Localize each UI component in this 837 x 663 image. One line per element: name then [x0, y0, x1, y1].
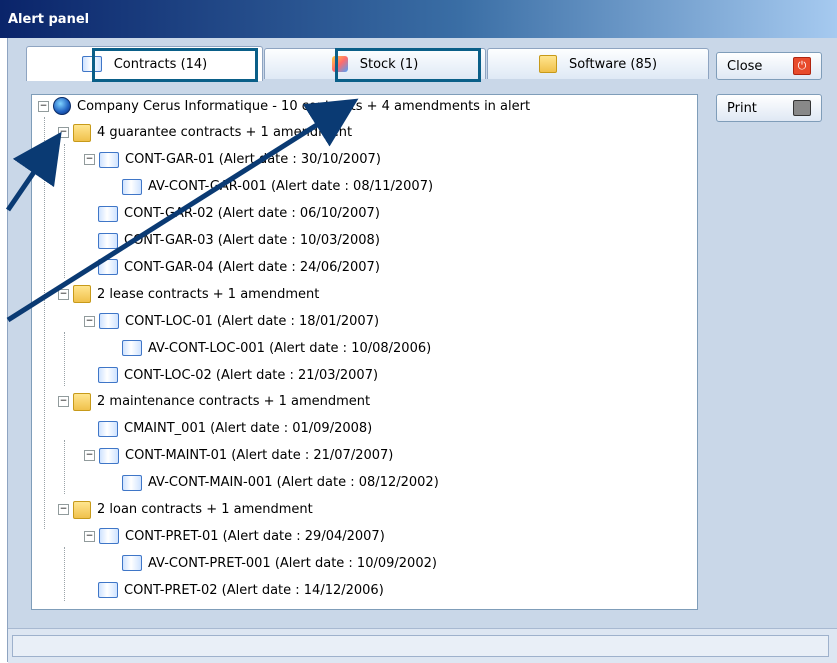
- tree-folder-node[interactable]: − 2 maintenance contracts + 1 amendment: [58, 391, 370, 413]
- book-icon: [98, 420, 118, 437]
- close-button[interactable]: Close ⏻: [716, 52, 822, 80]
- book-icon: [98, 205, 118, 222]
- tree-folder-node[interactable]: − 2 loan contracts + 1 amendment: [58, 499, 313, 521]
- tree-contract-node[interactable]: AV-CONT-MAIN-001 (Alert date : 08/12/200…: [108, 472, 439, 494]
- tree-expander-icon[interactable]: −: [38, 100, 49, 112]
- tree-node-label: 4 guarantee contracts + 1 amendment: [97, 125, 353, 141]
- tree-expander-icon[interactable]: −: [84, 315, 95, 327]
- book-icon: [98, 582, 118, 599]
- book-icon: [122, 555, 142, 572]
- print-button[interactable]: Print: [716, 94, 822, 122]
- tree-expander-icon[interactable]: −: [58, 288, 69, 300]
- tree-guide-group-3: [64, 439, 65, 494]
- close-button-label: Close: [727, 58, 763, 74]
- status-field: [12, 635, 829, 657]
- book-icon: [98, 367, 118, 383]
- tree-contract-node[interactable]: AV-CONT-GAR-001 (Alert date : 08/11/2007…: [108, 176, 433, 198]
- tree-contract-node[interactable]: CMAINT_001 (Alert date : 01/09/2008): [84, 418, 372, 440]
- tab-strip: Contracts (14) Stock (1) Software (85): [14, 46, 709, 86]
- tree-guide-group-2: [64, 332, 65, 386]
- tree-node-label: CONT-GAR-04 (Alert date : 24/06/2007): [124, 259, 380, 275]
- book-icon: [99, 151, 119, 168]
- tree-folder-node[interactable]: − 2 lease contracts + 1 amendment: [58, 283, 319, 305]
- tree-contract-node[interactable]: CONT-GAR-04 (Alert date : 24/06/2007): [84, 256, 380, 278]
- tree-contract-node[interactable]: CONT-GAR-02 (Alert date : 06/10/2007): [84, 203, 380, 225]
- tree-expander-icon[interactable]: −: [84, 154, 95, 166]
- tree-guide-group-1: [64, 143, 65, 279]
- book-icon: [122, 340, 142, 357]
- tab-software[interactable]: Software (85): [487, 48, 709, 79]
- tree-node-label: CMAINT_001 (Alert date : 01/09/2008): [124, 421, 373, 437]
- tree-node-label: AV-CONT-LOC-001 (Alert date : 10/08/2006…: [148, 340, 432, 356]
- tree-node-label: CONT-LOC-01 (Alert date : 18/01/2007): [125, 313, 380, 329]
- tree-contract-node[interactable]: − CONT-LOC-01 (Alert date : 18/01/2007): [84, 310, 379, 332]
- tree-node-label: CONT-PRET-02 (Alert date : 14/12/2006): [124, 582, 384, 598]
- tree-folder-node[interactable]: − 4 guarantee contracts + 1 amendment: [58, 122, 352, 144]
- window-title: Alert panel: [8, 12, 90, 27]
- book-icon: [122, 178, 142, 195]
- tree-node-label: CONT-MAINT-01 (Alert date : 21/07/2007): [125, 448, 394, 464]
- tree-root-node[interactable]: − Company Cerus Informatique - 10 contrac…: [38, 95, 530, 117]
- status-bar: [8, 628, 837, 663]
- print-button-label: Print: [727, 100, 757, 116]
- tree-expander-icon[interactable]: −: [58, 504, 69, 515]
- tab-stock-label: Stock (1): [359, 56, 419, 72]
- tab-software-label: Software (85): [568, 56, 658, 72]
- close-icon: ⏻: [793, 57, 811, 75]
- software-icon: [538, 55, 557, 73]
- book-icon: [81, 56, 102, 72]
- tree-node-label: CONT-LOC-02 (Alert date : 21/03/2007): [124, 367, 379, 383]
- tree-node-label: 2 maintenance contracts + 1 amendment: [97, 394, 371, 410]
- tree-node-label: CONT-PRET-01 (Alert date : 29/04/2007): [125, 528, 385, 544]
- tree-guide-group-4: [64, 547, 65, 602]
- tree-node-label: CONT-GAR-01 (Alert date : 30/10/2007): [125, 152, 381, 168]
- tree-node-label: AV-CONT-GAR-001 (Alert date : 08/11/2007…: [148, 179, 434, 195]
- tree-contract-node[interactable]: CONT-GAR-03 (Alert date : 10/03/2008): [84, 230, 380, 252]
- tree-node-label: Company Cerus Informatique - 10 contract…: [77, 98, 531, 114]
- tree-node-label: CONT-GAR-02 (Alert date : 06/10/2007): [124, 206, 380, 222]
- tree-expander-icon[interactable]: −: [84, 530, 95, 542]
- tab-contracts-label: Contracts (14): [113, 56, 208, 72]
- tree-expander-icon[interactable]: −: [84, 450, 95, 462]
- book-icon: [98, 259, 118, 276]
- book-icon: [99, 528, 119, 545]
- tree-contract-node[interactable]: AV-CONT-LOC-001 (Alert date : 10/08/2006…: [108, 337, 431, 359]
- tree-node-label: CONT-GAR-03 (Alert date : 10/03/2008): [124, 233, 380, 248]
- tree-node-label: 2 lease contracts + 1 amendment: [97, 286, 320, 302]
- globe-icon: [53, 97, 71, 115]
- tree-contract-node[interactable]: − CONT-GAR-01 (Alert date : 30/10/2007): [84, 149, 381, 171]
- tree-node-label: AV-CONT-PRET-001 (Alert date : 10/09/200…: [148, 555, 437, 571]
- folder-icon: [73, 392, 91, 411]
- stock-icon: [331, 56, 348, 72]
- tree-contract-node[interactable]: AV-CONT-PRET-001 (Alert date : 10/09/200…: [108, 552, 437, 574]
- tab-stock[interactable]: Stock (1): [264, 48, 486, 79]
- tree-node-label: 2 loan contracts + 1 amendment: [97, 502, 313, 517]
- tree-node-label: AV-CONT-MAIN-001 (Alert date : 08/12/200…: [148, 475, 439, 491]
- book-icon: [99, 447, 119, 464]
- folder-icon: [73, 123, 91, 142]
- tree-guide-root: [44, 117, 45, 529]
- tree-contract-node[interactable]: − CONT-PRET-01 (Alert date : 29/04/2007): [84, 525, 385, 547]
- alerts-tree-panel: − Company Cerus Informatique - 10 contrac…: [31, 94, 698, 610]
- tree-expander-icon[interactable]: −: [58, 396, 69, 408]
- book-icon: [99, 313, 119, 330]
- tree-contract-node[interactable]: CONT-LOC-02 (Alert date : 21/03/2007): [84, 364, 378, 386]
- alerts-tree: − Company Cerus Informatique - 10 contrac…: [32, 95, 697, 609]
- book-icon: [122, 474, 142, 491]
- tree-contract-node[interactable]: − CONT-MAINT-01 (Alert date : 21/07/2007): [84, 445, 393, 467]
- printer-icon: [793, 100, 811, 116]
- tree-expander-icon[interactable]: −: [58, 127, 69, 139]
- tab-contracts[interactable]: Contracts (14): [26, 46, 263, 81]
- book-icon: [98, 232, 118, 249]
- folder-icon: [73, 285, 91, 304]
- tree-contract-node[interactable]: CONT-PRET-02 (Alert date : 14/12/2006): [84, 579, 384, 601]
- folder-icon: [73, 500, 91, 519]
- title-bar: Alert panel: [0, 0, 837, 38]
